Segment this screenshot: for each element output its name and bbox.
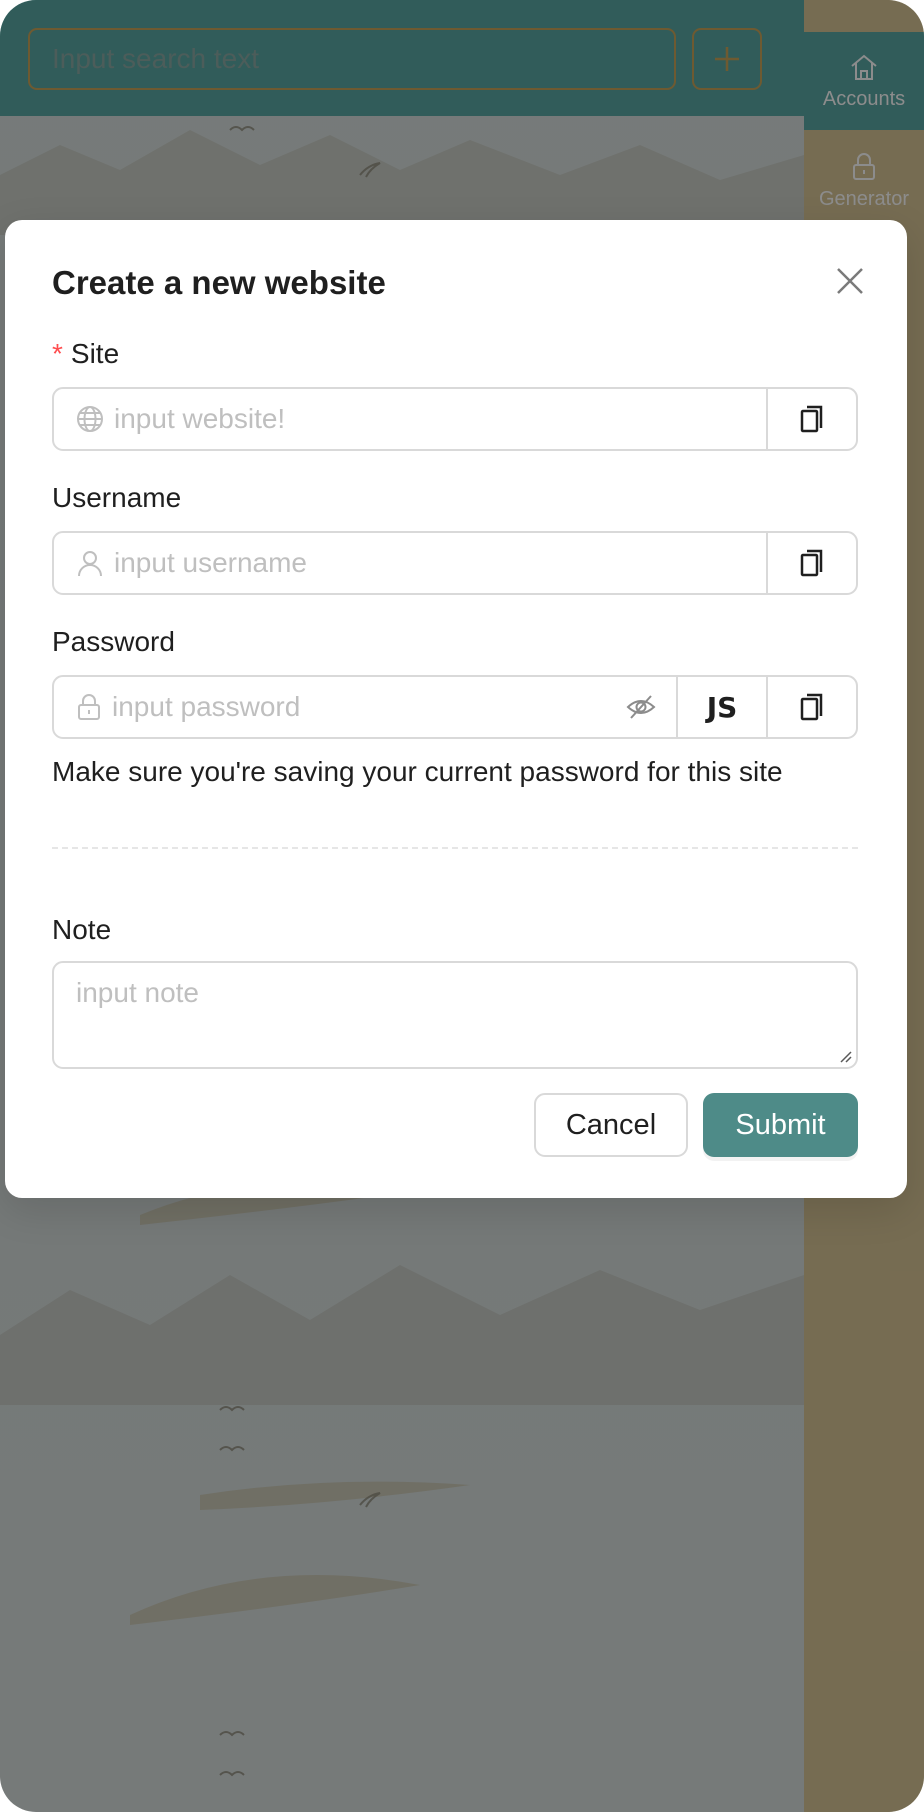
user-icon	[78, 551, 102, 577]
password-hint: Make sure you're saving your current pas…	[52, 756, 783, 787]
copy-icon	[800, 693, 823, 721]
site-placeholder: input website!	[114, 403, 286, 434]
site-input[interactable]: input website!	[54, 389, 766, 449]
password-label: Password	[52, 626, 175, 657]
site-label: * Site	[52, 338, 119, 370]
password-input[interactable]: input password	[54, 677, 676, 737]
close-icon	[837, 268, 863, 294]
site-field: input website!	[52, 387, 858, 451]
submit-button[interactable]: Submit	[703, 1093, 858, 1157]
username-input[interactable]: input username	[54, 533, 766, 593]
password-field: input password JS	[52, 675, 858, 739]
js-label: JS	[706, 690, 738, 724]
required-mark: *	[52, 338, 63, 369]
eye-invisible-icon	[626, 695, 656, 719]
create-website-dialog: Create a new website * Site input website…	[5, 220, 907, 1198]
username-placeholder: input username	[114, 547, 308, 578]
close-button[interactable]	[827, 258, 873, 304]
copy-icon	[800, 405, 823, 433]
copy-icon	[800, 549, 823, 577]
app-window: Input search text Accounts Generator Cre…	[0, 0, 924, 1812]
username-field: input username	[52, 531, 858, 595]
copy-password-button[interactable]	[766, 677, 856, 737]
divider	[52, 847, 858, 849]
globe-icon	[77, 406, 103, 432]
resize-handle-icon[interactable]	[838, 1049, 852, 1063]
lock-icon	[78, 694, 100, 720]
note-label: Note	[52, 914, 112, 945]
dialog-title: Create a new website	[52, 264, 386, 301]
note-textarea[interactable]: input note	[52, 961, 858, 1069]
note-placeholder: input note	[76, 977, 199, 1008]
copy-site-button[interactable]	[766, 389, 856, 449]
username-label: Username	[52, 482, 182, 513]
password-placeholder: input password	[112, 691, 301, 722]
toggle-visibility-button[interactable]	[626, 694, 656, 720]
cancel-button[interactable]: Cancel	[534, 1093, 688, 1157]
site-label-text: Site	[70, 338, 120, 369]
js-generate-button[interactable]: JS	[676, 677, 766, 737]
copy-username-button[interactable]	[766, 533, 856, 593]
